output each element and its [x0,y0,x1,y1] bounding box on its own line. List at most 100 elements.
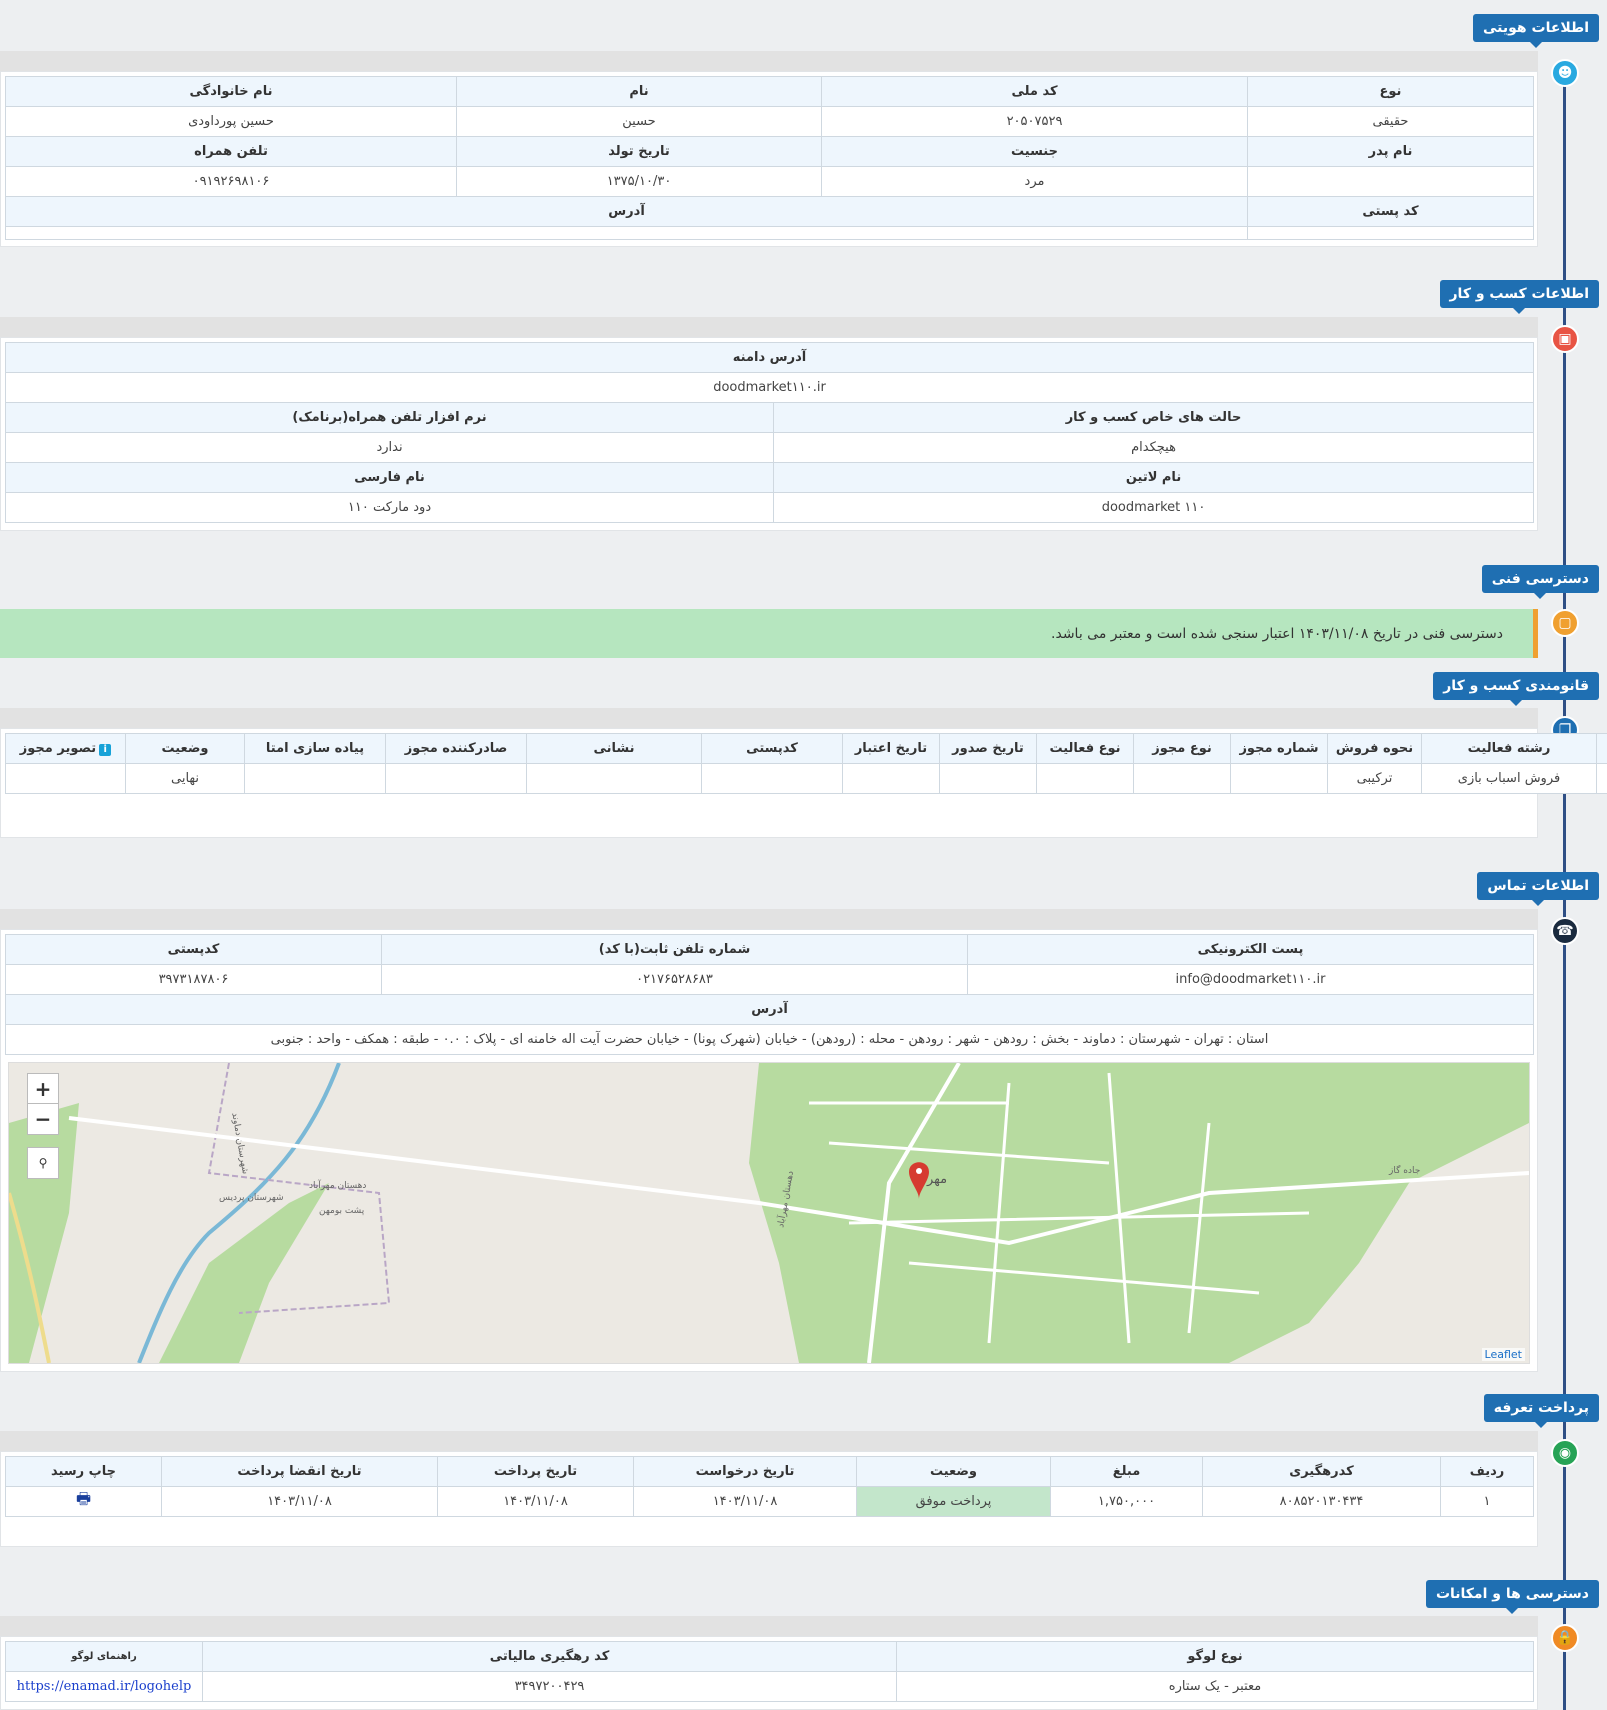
value-address [5,226,1248,240]
map-green-area [749,1063,1529,1363]
header-logo-type: نوع لوگو [896,1641,1534,1672]
payment-cell: ۱۴۰۳/۱۱/۰۸ [437,1486,634,1517]
lock-icon: 🔒 [1551,1624,1579,1652]
map-label: جاده گاز [1388,1164,1420,1176]
info-icon[interactable]: i [99,744,112,756]
legal-cell [1036,763,1134,794]
identity-table: نوع کد ملی نام نام خانوادگی حقیقی ۲۰۵۰۷۵… [5,76,1534,240]
header-tax-code: کد رهگیری مالیاتی [202,1641,897,1672]
legal-header-label: تاریخ اعتبار [854,741,928,756]
section-strip [0,317,1538,337]
business-table: آدرس دامنه doodmarket۱۱۰.ir حالت های خاص… [4,342,1535,523]
header-special-mode: حالت های خاص کسب و کار [773,402,1535,433]
legal-cell [939,763,1037,794]
value-logo-type: معتبر - یک ستاره [896,1671,1534,1702]
legal-header-label: تصویر مجوز [19,741,97,756]
user-icon: ☻ [1551,59,1579,87]
map-label: پشت بومهن [319,1206,365,1216]
header-birthdate: تاریخ تولد [456,136,822,167]
header-phone: شماره تلفن ثابت(با کد) [381,934,968,965]
value-contact-address: استان : تهران - شهرستان : دماوند - بخش :… [5,1024,1534,1055]
header-national-code: کد ملی [821,76,1248,107]
section-strip [0,51,1538,71]
section-strip [0,1431,1538,1451]
payment-header: تاریخ پرداخت [437,1456,634,1487]
legal-header: رشته فعالیت [1421,733,1597,764]
value-email: info@doodmarket۱۱۰.ir [967,964,1534,995]
header-domain: آدرس دامنه [4,342,1535,373]
zoom-in-button[interactable]: + [27,1073,59,1105]
value-phone: ۰۲۱۷۶۵۲۸۶۸۳ [381,964,968,995]
access-panel: نوع لوگو کد رهگیری مالیاتی راهنمای لوگو … [0,1636,1538,1710]
legal-header: وضعیت [125,733,245,764]
legal-header-label: نوع فعالیت [1049,741,1121,756]
legal-cell: نهایی [125,763,245,794]
section-badge-access: دسترسی ها و امکانات [1425,1580,1599,1614]
money-icon: ◉ [1551,1439,1579,1467]
logo-help-link[interactable]: https://enamad.ir/logohelp [17,1679,192,1694]
section-strip [0,909,1538,929]
payment-header: تاریخ انقضا پرداخت [161,1456,438,1487]
header-address: آدرس [5,196,1248,227]
map-attribution-link[interactable]: Leaflet [1481,1348,1525,1361]
legal-header-label: وضعیت [161,741,209,756]
legal-header: ردیف [1596,733,1607,764]
header-mobile-app: نرم افزار تلفن همراه(برنامک) [4,402,775,433]
value-mobile: ۰۹۱۹۲۶۹۸۱۰۶ [5,166,457,197]
value-latin-name: doodmarket ۱۱۰ [773,492,1535,523]
legal-header: نوع فعالیت [1036,733,1134,764]
legal-header-label: تاریخ صدور [952,741,1024,756]
print-receipt-button[interactable]: 🖶 [5,1486,162,1517]
legal-cell [842,763,940,794]
legal-header: تاریخ اعتبار [842,733,940,764]
legal-cell [701,763,843,794]
legal-header-label: نحوه فروش [1335,741,1414,756]
zoom-out-button[interactable]: − [27,1103,59,1135]
legal-cell: ترکیبی [1327,763,1422,794]
header-type: نوع [1247,76,1534,107]
payment-cell: ۱ [1440,1486,1534,1517]
map-label: شهرستان دماوند [229,1112,250,1175]
section-badge-contact: اطلاعات تماس [1477,872,1599,906]
monitor-icon: ▢ [1551,609,1579,637]
map-green-area [159,1183,329,1363]
legal-cell [244,763,386,794]
section-badge-identity: اطلاعات هویتی [1473,14,1599,48]
header-persian-name: نام فارسی [4,462,775,493]
payment-header: وضعیت [856,1456,1051,1487]
section-badge-business: اطلاعات کسب و کار [1439,280,1599,314]
legal-header-label: نوع مجوز [1152,741,1212,756]
legal-header: iتصویر مجوز [5,733,126,764]
legal-header: شماره مجوز [1230,733,1328,764]
legal-cell [1230,763,1328,794]
header-email: پست الکترونیکی [967,934,1534,965]
value-father [1247,166,1534,197]
identity-panel: نوع کد ملی نام نام خانوادگی حقیقی ۲۰۵۰۷۵… [0,71,1538,247]
printer-icon[interactable]: 🖶 [76,1489,91,1508]
legal-header: تاریخ صدور [939,733,1037,764]
payment-header: تاریخ درخواست [633,1456,857,1487]
legal-cell [1133,763,1231,794]
payment-cell: پرداخت موفق [856,1486,1051,1517]
header-postal: کد پستی [1247,196,1534,227]
map-pin-dot [916,1168,922,1174]
legal-header: کدپستی [701,733,843,764]
header-father: نام پدر [1247,136,1534,167]
header-name: نام [456,76,822,107]
payment-header: کدرهگیری [1202,1456,1441,1487]
value-special-mode: هیچکدام [773,432,1535,463]
location-map[interactable]: دهستان مهرآباد شهرستان پردیس شهرستان دما… [8,1062,1530,1364]
legal-header-label: شماره مجوز [1239,741,1319,756]
value-tax-code: ۳۴۹۷۲۰۰۴۲۹ [202,1671,897,1702]
legal-header-label: رشته فعالیت [1467,741,1551,756]
header-contact-address: آدرس [5,994,1534,1025]
payment-cell: ۱۴۰۳/۱۱/۰۸ [161,1486,438,1517]
map-tiles: دهستان مهرآباد شهرستان پردیس شهرستان دما… [9,1063,1529,1363]
legal-header-label: صادرکننده مجوز [404,741,508,756]
map-search-icon[interactable]: ⚲ [27,1147,59,1179]
section-badge-payment: پرداخت تعرفه [1483,1394,1599,1428]
legal-header: پیاده سازی امتا [244,733,386,764]
legal-header-label: پیاده سازی امتا [265,741,365,756]
legal-cell [526,763,702,794]
header-latin-name: نام لاتین [773,462,1535,493]
